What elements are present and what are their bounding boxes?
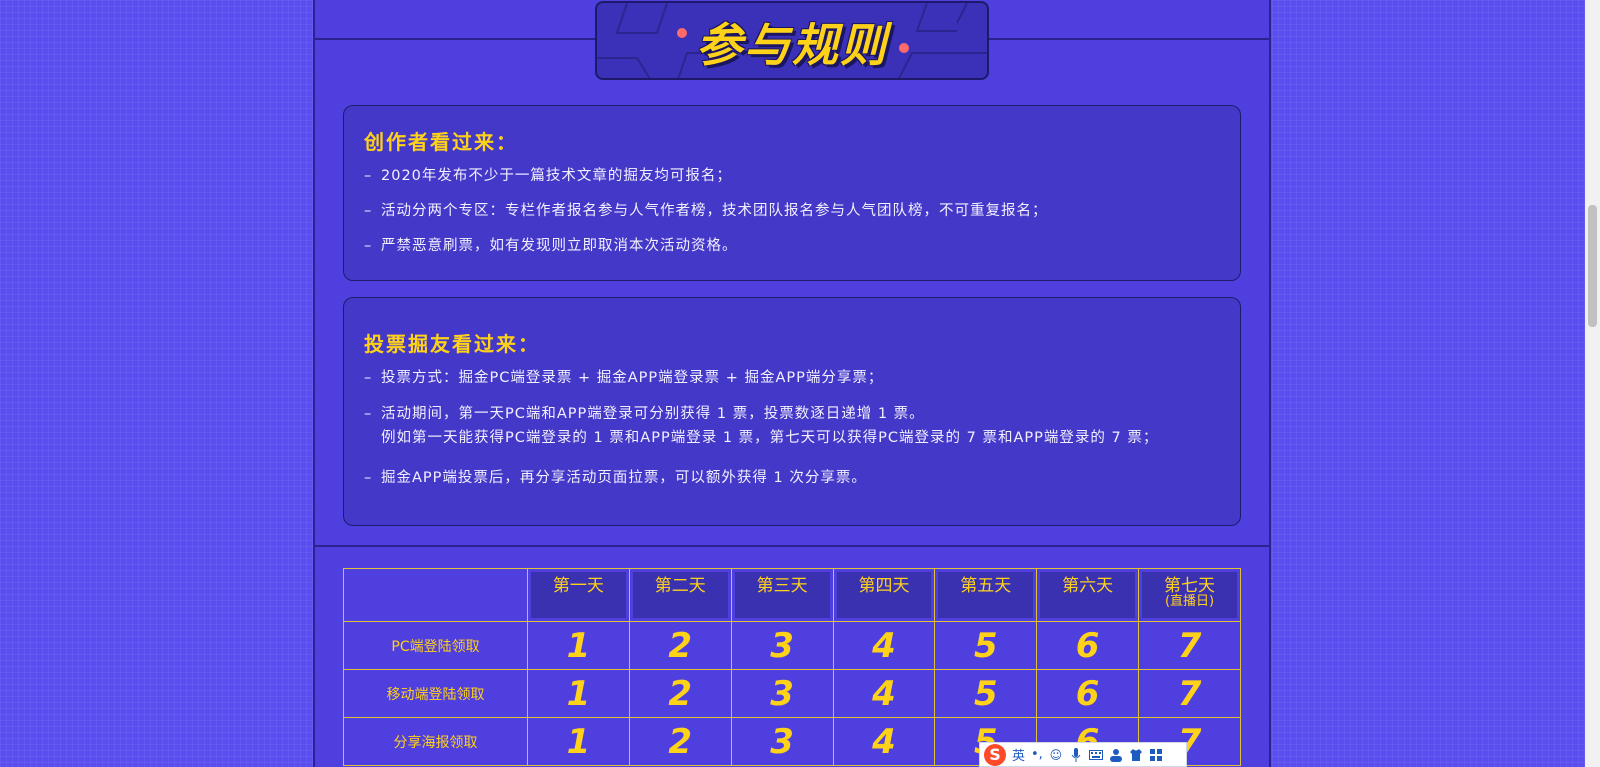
ime-punctuation-toggle[interactable]: •, xyxy=(1031,747,1043,762)
day-header: 第六天 xyxy=(1036,568,1140,622)
vote-count: 5 xyxy=(934,621,1038,670)
table-row: 移动端登陆领取 1 2 3 4 5 6 7 xyxy=(343,669,1241,718)
row-label: 分享海报领取 xyxy=(343,717,528,766)
vote-count: 1 xyxy=(527,621,630,670)
day-header: 第四天 xyxy=(832,568,936,622)
vote-count: 2 xyxy=(628,717,732,766)
voters-heading: 投票掘友看过来： xyxy=(364,332,540,356)
skin-shirt-icon[interactable] xyxy=(1129,748,1143,762)
keyboard-icon[interactable] xyxy=(1088,748,1103,762)
microphone-icon[interactable] xyxy=(1069,747,1083,762)
row-label: PC端登陆领取 xyxy=(343,621,528,670)
voters-rule-2: – 活动期间，第一天PC端和APP端登录可分别获得 1 票，投票数逐日递增 1 票… xyxy=(364,406,1159,446)
emoji-icon[interactable]: ☺ xyxy=(1049,748,1063,762)
creators-heading: 创作者看过来： xyxy=(364,130,518,154)
vote-count: 6 xyxy=(1036,621,1140,670)
ime-mode-toggle[interactable]: 英 xyxy=(1012,745,1025,764)
vote-count: 6 xyxy=(1036,669,1140,718)
day-header: 第三天 xyxy=(730,568,834,622)
voters-rule-3: – 掘金APP端投票后，再分享活动页面拉票，可以额外获得 1 次分享票。 xyxy=(364,470,867,486)
vote-count: 1 xyxy=(527,717,630,766)
vote-count: 4 xyxy=(832,669,936,718)
sogou-logo-icon[interactable]: S xyxy=(984,743,1006,766)
table-corner xyxy=(343,568,528,622)
vote-count: 2 xyxy=(628,669,732,718)
day-header: 第七天 (直播日) xyxy=(1138,568,1241,622)
vote-count: 3 xyxy=(730,621,834,670)
creators-rule-2: – 活动分两个专区：专栏作者报名参与人气作者榜，技术团队报名参与人气团队榜，不可重… xyxy=(364,203,1048,219)
voters-rule-1: – 投票方式：掘金PC端登录票 + 掘金APP端登录票 + 掘金APP端分享票； xyxy=(364,370,884,386)
day-header: 第五天 xyxy=(934,568,1038,622)
row-label: 移动端登陆领取 xyxy=(343,669,528,718)
vote-count: 1 xyxy=(527,669,630,718)
day-header: 第二天 xyxy=(628,568,732,622)
vote-count: 4 xyxy=(832,621,936,670)
vote-count: 2 xyxy=(628,621,732,670)
creators-rule-1: –2020年发布不少于一篇技术文章的掘友均可报名； xyxy=(364,168,732,184)
vote-count: 4 xyxy=(832,717,936,766)
vote-schedule-table: 第一天 第二天 第三天 第四天 第五天 第六天 第七天 (直播日) PC端登陆领取… xyxy=(343,568,1241,766)
vote-count: 3 xyxy=(730,717,834,766)
page-title: 参与规则 xyxy=(696,18,888,72)
page-scrollbar[interactable] xyxy=(1585,0,1600,767)
creators-rule-3: – 严禁恶意刷票，如有发现则立即取消本次活动资格。 xyxy=(364,238,738,254)
scrollbar-thumb[interactable] xyxy=(1588,205,1597,327)
divider xyxy=(315,545,1269,547)
live-day-note: (直播日) xyxy=(1164,594,1215,609)
ime-toolbar[interactable]: S 英 •, ☺ xyxy=(979,742,1187,767)
vote-count: 7 xyxy=(1138,621,1241,670)
vote-count: 5 xyxy=(934,669,1038,718)
table-row: PC端登陆领取 1 2 3 4 5 6 7 xyxy=(343,621,1241,670)
toolbox-grid-icon[interactable] xyxy=(1149,748,1163,762)
vote-count: 7 xyxy=(1138,669,1241,718)
voters-section: 投票掘友看过来： – 投票方式：掘金PC端登录票 + 掘金APP端登录票 + 掘金… xyxy=(343,297,1241,526)
rules-panel: 参与规则 创作者看过来： –2020年发布不少于一篇技术文章的掘友均可报名； –… xyxy=(313,0,1271,767)
vote-count: 3 xyxy=(730,669,834,718)
day-header: 第一天 xyxy=(527,568,630,622)
user-icon[interactable] xyxy=(1109,748,1123,762)
title-plate: 参与规则 xyxy=(595,1,989,80)
table-header-row: 第一天 第二天 第三天 第四天 第五天 第六天 第七天 (直播日) xyxy=(343,568,1241,622)
creators-section: 创作者看过来： –2020年发布不少于一篇技术文章的掘友均可报名； – 活动分两个… xyxy=(343,105,1241,281)
